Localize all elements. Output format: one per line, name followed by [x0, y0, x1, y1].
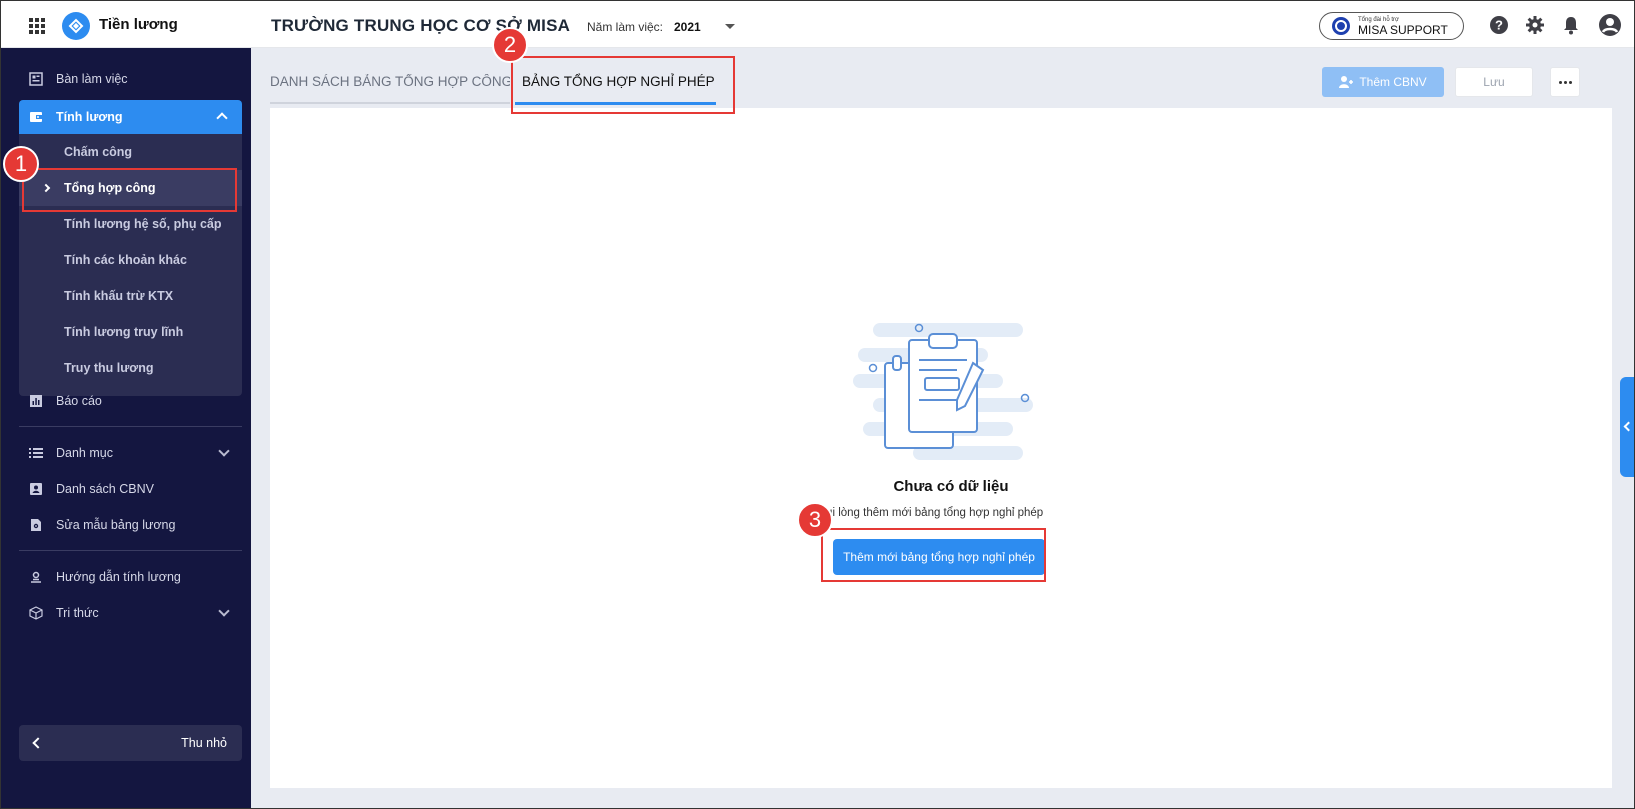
sidebar-item-label: Danh sách CBNV: [56, 482, 154, 496]
chevron-down-icon: [218, 445, 230, 457]
add-staff-label: Thêm CBNV: [1359, 75, 1427, 89]
help-icon[interactable]: ?: [1489, 15, 1509, 35]
sidebar-item-label: Báo cáo: [56, 394, 102, 408]
svg-text:?: ?: [1495, 18, 1503, 33]
bell-icon[interactable]: [1561, 15, 1581, 35]
chevron-down-icon: [218, 605, 230, 617]
top-bar: Tiền lương TRƯỜNG TRUNG HỌC CƠ SỞ MISA N…: [1, 1, 1634, 48]
more-options-icon[interactable]: [1550, 67, 1580, 97]
wallet-icon: [28, 109, 44, 125]
collapse-sidebar-button[interactable]: Thu nhỏ: [19, 725, 242, 761]
app-name: Tiền lương: [99, 16, 178, 33]
sidebar-item-label: Tính lương: [56, 110, 123, 124]
sidebar-item-label: Sửa mẫu bảng lương: [56, 518, 176, 532]
person-card-icon: [28, 481, 44, 497]
add-user-icon: [1339, 76, 1354, 88]
highlight-box-2: [511, 56, 735, 114]
sidebar-item-workspace[interactable]: Bàn làm việc: [19, 63, 242, 95]
tab-attendance-summary-list[interactable]: DANH SÁCH BẢNG TỔNG HỢP CÔNG: [270, 74, 510, 102]
collapse-label: Thu nhỏ: [181, 736, 227, 750]
sidebar-divider: [19, 550, 242, 551]
submenu-item-back-pay[interactable]: Tính lương truy lĩnh: [19, 314, 242, 350]
tab-underline: [270, 102, 510, 104]
add-staff-button[interactable]: Thêm CBNV: [1322, 67, 1444, 97]
empty-clipboard-icon: [853, 323, 1033, 460]
sidebar-item-reports[interactable]: Báo cáo: [19, 385, 242, 417]
app-grid-icon[interactable]: [29, 18, 45, 34]
submenu-item-salary-recovery[interactable]: Truy thu lương: [19, 350, 242, 386]
gear-icon[interactable]: [1525, 15, 1545, 35]
sidebar-divider: [19, 426, 242, 427]
save-button[interactable]: Lưu: [1455, 67, 1533, 97]
step-badge-3: 3: [797, 502, 833, 538]
step-badge-2: 2: [492, 27, 528, 63]
sidebar-item-label: Bàn làm việc: [56, 72, 128, 86]
sidebar-item-categories[interactable]: Danh mục: [19, 437, 242, 469]
empty-state-title: Chưa có dữ liệu: [893, 478, 1009, 495]
year-select[interactable]: 2021: [674, 20, 701, 34]
sidebar-item-staff-list[interactable]: Danh sách CBNV: [19, 473, 242, 505]
submenu-item-other-items[interactable]: Tính các khoản khác: [19, 242, 242, 278]
chevron-up-icon: [216, 112, 228, 124]
school-name: TRƯỜNG TRUNG HỌC CƠ SỞ MISA: [271, 16, 571, 35]
support-subtitle: Tổng đài hỗ trợ: [1358, 16, 1399, 23]
sidebar-item-salary-guide[interactable]: Hướng dẫn tính lương: [19, 561, 242, 593]
support-icon: [1332, 17, 1350, 35]
highlight-box-3: [821, 528, 1046, 582]
doc-settings-icon: [28, 517, 44, 533]
sidebar-item-edit-payroll-template[interactable]: Sửa mẫu bảng lương: [19, 509, 242, 541]
sidebar-item-label: Danh mục: [56, 446, 113, 460]
support-button[interactable]: Tổng đài hỗ trợ MISA SUPPORT: [1319, 12, 1464, 40]
sidebar-item-label: Hướng dẫn tính lương: [56, 570, 181, 584]
side-panel-toggle[interactable]: [1620, 377, 1634, 477]
empty-state-hint: Vui lòng thêm mới bảng tổng hợp nghỉ phé…: [818, 507, 1044, 519]
list-icon: [28, 445, 44, 461]
cube-icon: [28, 605, 44, 621]
sidebar-item-salary[interactable]: Tính lương: [19, 100, 242, 134]
app-window: Tiền lương TRƯỜNG TRUNG HỌC CƠ SỞ MISA N…: [0, 0, 1635, 809]
user-avatar-icon[interactable]: [1598, 13, 1622, 37]
dashboard-icon: [28, 71, 44, 87]
sidebar-item-knowledge[interactable]: Tri thức: [19, 597, 242, 629]
caret-down-icon[interactable]: [725, 24, 735, 29]
support-title: MISA SUPPORT: [1358, 22, 1448, 37]
step-badge-1: 1: [3, 146, 39, 182]
submenu-item-dorm-deduction[interactable]: Tính khấu trừ KTX: [19, 278, 242, 314]
report-icon: [28, 393, 44, 409]
submenu-item-attendance[interactable]: Chấm công: [19, 134, 242, 170]
highlight-box-1: [22, 168, 237, 212]
sidebar-item-label: Tri thức: [56, 606, 99, 620]
year-label: Năm làm việc:: [587, 20, 664, 34]
guide-icon: [28, 569, 44, 585]
chevron-left-icon: [32, 737, 44, 749]
app-logo-icon: [62, 12, 90, 40]
